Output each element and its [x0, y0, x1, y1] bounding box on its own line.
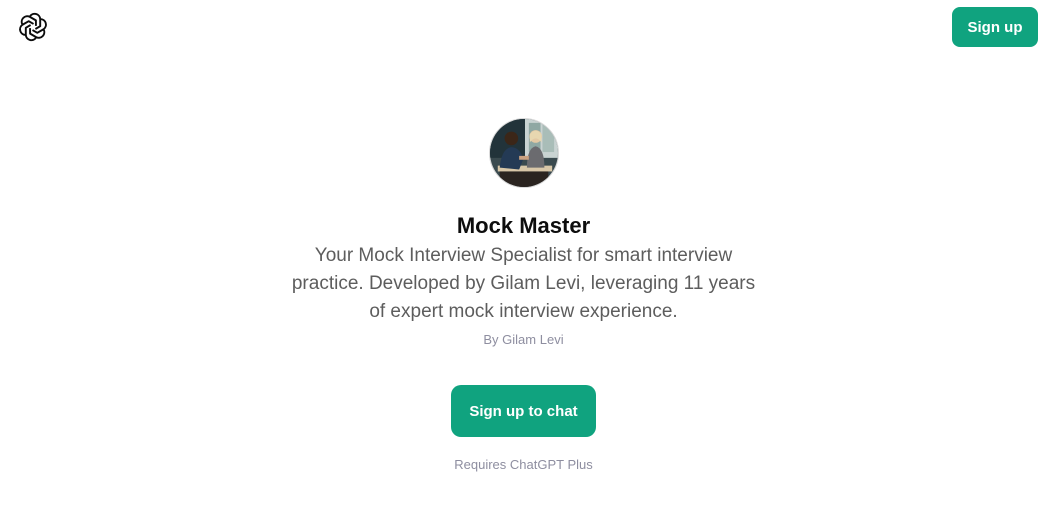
signup-button[interactable]: Sign up [952, 7, 1038, 47]
gpt-description: Your Mock Interview Specialist for smart… [291, 245, 756, 322]
page: Sign up Mock Master Your Mock Interview … [0, 0, 1047, 515]
gpt-profile: Mock Master Your Mock Interview Speciali… [0, 118, 1047, 473]
plan-requirement-note: Requires ChatGPT Plus [454, 457, 593, 472]
openai-logo-icon[interactable] [16, 10, 50, 44]
signup-to-chat-button[interactable]: Sign up to chat [451, 385, 596, 437]
gpt-author: By Gilam Levi [483, 332, 564, 347]
gpt-title: Mock Master [456, 213, 591, 238]
gpt-avatar [488, 118, 559, 188]
